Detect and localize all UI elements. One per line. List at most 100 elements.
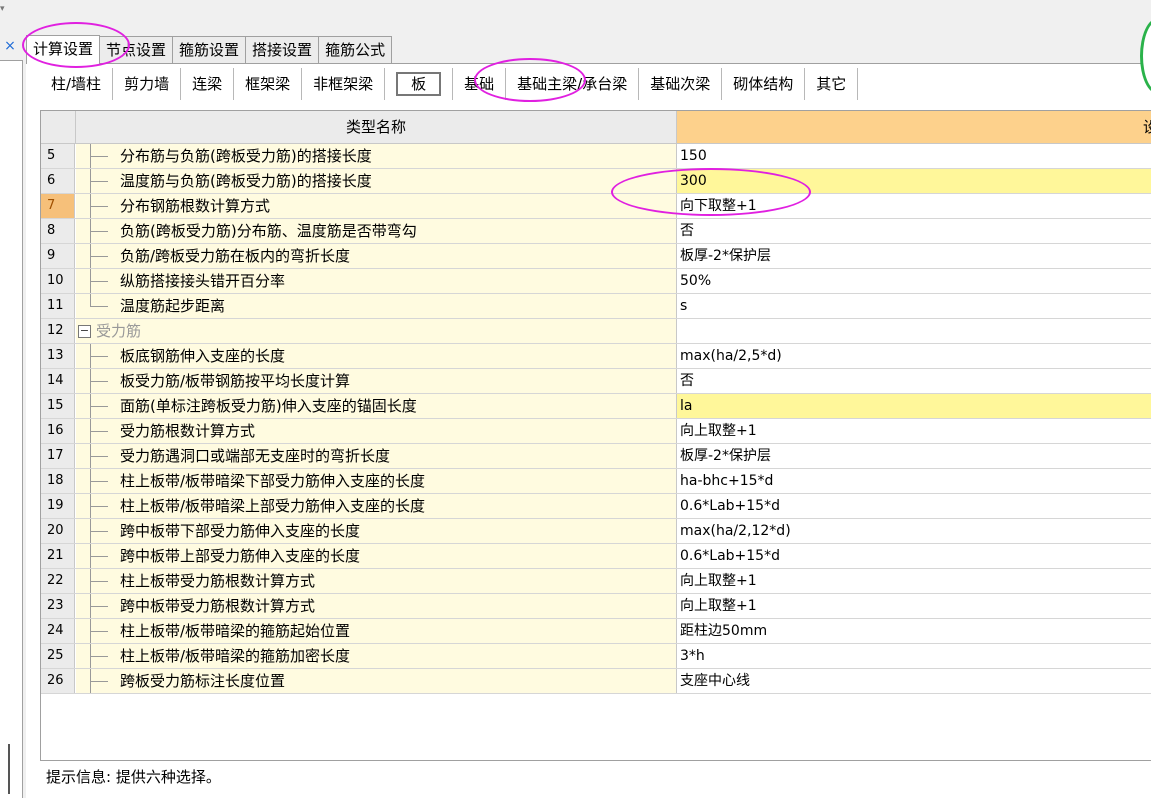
row-name-label: 跨中板带下部受力筋伸入支座的长度 xyxy=(120,522,361,540)
row-name-label: 柱上板带/板带暗梁的箍筋起始位置 xyxy=(120,622,351,640)
tab-node-settings[interactable]: 节点设置 xyxy=(99,36,174,63)
category-tab-column[interactable]: 柱/墙柱 xyxy=(40,68,114,100)
row-value-cell[interactable]: 板厚-2*保护层 xyxy=(677,244,1151,268)
row-value-cell[interactable]: 0.6*Lab+15*d xyxy=(677,494,1151,518)
table-row[interactable]: 13 板底钢筋伸入支座的长度 max(ha/2,5*d) xyxy=(41,344,1151,369)
row-name-cell[interactable]: 跨板受力筋标注长度位置 xyxy=(76,669,677,693)
table-row[interactable]: 14 板受力筋/板带钢筋按平均长度计算 否 xyxy=(41,369,1151,394)
table-row[interactable]: 11 温度筋起步距离 s xyxy=(41,294,1151,319)
row-name-label: 受力筋根数计算方式 xyxy=(120,422,256,440)
row-value-cell[interactable]: 向上取整+1 xyxy=(677,419,1151,443)
tab-calc-settings[interactable]: 计算设置 xyxy=(26,35,101,64)
row-value-cell[interactable]: 向上取整+1 xyxy=(677,594,1151,618)
table-row[interactable]: 8 负筋(跨板受力筋)分布筋、温度筋是否带弯勾 否 xyxy=(41,219,1151,244)
row-value-cell[interactable]: 3*h xyxy=(677,644,1151,668)
collapse-icon[interactable]: − xyxy=(78,325,91,338)
tab-lap-settings[interactable]: 搭接设置 xyxy=(245,36,320,63)
row-name-cell[interactable]: 柱上板带/板带暗梁下部受力筋伸入支座的长度 xyxy=(76,469,677,493)
category-tab-foundation-main-beam[interactable]: 基础主梁/承台梁 xyxy=(506,68,640,100)
category-tab-slab[interactable]: 板 xyxy=(385,68,454,100)
category-tab-frame-beam[interactable]: 框架梁 xyxy=(234,68,303,100)
category-tab-foundation-secondary-beam[interactable]: 基础次梁 xyxy=(639,68,723,100)
row-value-cell[interactable]: max(ha/2,12*d) xyxy=(677,519,1151,543)
row-value-cell[interactable]: 距柱边50mm xyxy=(677,619,1151,643)
table-row[interactable]: 16 受力筋根数计算方式 向上取整+1 xyxy=(41,419,1151,444)
row-name-label: 柱上板带/板带暗梁上部受力筋伸入支座的长度 xyxy=(120,497,426,515)
row-name-cell[interactable]: − 受力筋 xyxy=(76,319,677,343)
row-name-cell[interactable]: 温度筋与负筋(跨板受力筋)的搭接长度 xyxy=(76,169,677,193)
row-value-cell[interactable]: max(ha/2,5*d) xyxy=(677,344,1151,368)
tab-stirrup-settings[interactable]: 箍筋设置 xyxy=(172,36,247,63)
row-name-cell[interactable]: 板底钢筋伸入支座的长度 xyxy=(76,344,677,368)
row-name-cell[interactable]: 受力筋根数计算方式 xyxy=(76,419,677,443)
row-name-cell[interactable]: 面筋(单标注跨板受力筋)伸入支座的锚固长度 xyxy=(76,394,677,418)
category-tab-coupling-beam[interactable]: 连梁 xyxy=(181,68,235,100)
row-name-cell[interactable]: 柱上板带受力筋根数计算方式 xyxy=(76,569,677,593)
row-number: 22 xyxy=(41,569,75,593)
table-row[interactable]: 23 跨中板带受力筋根数计算方式 向上取整+1 xyxy=(41,594,1151,619)
row-value-cell[interactable]: 300 xyxy=(677,169,1151,193)
row-name-cell[interactable]: 跨中板带受力筋根数计算方式 xyxy=(76,594,677,618)
row-name-cell[interactable]: 分布钢筋根数计算方式 xyxy=(76,194,677,218)
tree-connector xyxy=(90,669,110,693)
row-value-cell[interactable]: ha-bhc+15*d xyxy=(677,469,1151,493)
dropdown-arrow-icon[interactable]: ▾ xyxy=(0,2,24,16)
row-value-cell[interactable]: la xyxy=(677,394,1151,418)
row-value-cell[interactable]: 支座中心线 xyxy=(677,669,1151,693)
table-row[interactable]: 17 受力筋遇洞口或端部无支座时的弯折长度 板厚-2*保护层 xyxy=(41,444,1151,469)
table-row[interactable]: 19 柱上板带/板带暗梁上部受力筋伸入支座的长度 0.6*Lab+15*d xyxy=(41,494,1151,519)
row-value-cell[interactable]: 向下取整+1 xyxy=(677,194,1151,218)
row-name-cell[interactable]: 纵筋搭接接头错开百分率 xyxy=(76,269,677,293)
table-row[interactable]: 20 跨中板带下部受力筋伸入支座的长度 max(ha/2,12*d) xyxy=(41,519,1151,544)
row-value-cell[interactable]: 否 xyxy=(677,369,1151,393)
tree-connector xyxy=(90,644,110,668)
table-row[interactable]: 26 跨板受力筋标注长度位置 支座中心线 xyxy=(41,669,1151,694)
row-number: 15 xyxy=(41,394,75,418)
row-value-cell[interactable] xyxy=(677,319,1151,343)
row-name-cell[interactable]: 跨中板带上部受力筋伸入支座的长度 xyxy=(76,544,677,568)
row-name-cell[interactable]: 负筋/跨板受力筋在板内的弯折长度 xyxy=(76,244,677,268)
table-row[interactable]: 6 温度筋与负筋(跨板受力筋)的搭接长度 300 xyxy=(41,169,1151,194)
tab-stirrup-formula[interactable]: 箍筋公式 xyxy=(318,36,393,63)
category-tab-masonry[interactable]: 砌体结构 xyxy=(722,68,806,100)
table-row[interactable]: 7 分布钢筋根数计算方式 向下取整+1 xyxy=(41,194,1151,219)
table-row[interactable]: 21 跨中板带上部受力筋伸入支座的长度 0.6*Lab+15*d xyxy=(41,544,1151,569)
row-value-cell[interactable]: 向上取整+1 xyxy=(677,569,1151,593)
table-row[interactable]: 24 柱上板带/板带暗梁的箍筋起始位置 距柱边50mm xyxy=(41,619,1151,644)
row-value-cell[interactable]: s xyxy=(677,294,1151,318)
category-tab-other[interactable]: 其它 xyxy=(805,68,859,100)
table-row[interactable]: 12− 受力筋 xyxy=(41,319,1151,344)
table-row[interactable]: 5 分布筋与负筋(跨板受力筋)的搭接长度 150 xyxy=(41,144,1151,169)
close-icon[interactable]: × xyxy=(2,38,18,54)
header-setting-value[interactable]: 设 xyxy=(677,111,1151,144)
table-row[interactable]: 10 纵筋搭接接头错开百分率 50% xyxy=(41,269,1151,294)
category-tab-foundation[interactable]: 基础 xyxy=(453,68,507,100)
row-name-cell[interactable]: 受力筋遇洞口或端部无支座时的弯折长度 xyxy=(76,444,677,468)
row-name-cell[interactable]: 板受力筋/板带钢筋按平均长度计算 xyxy=(76,369,677,393)
tree-connector xyxy=(90,244,110,268)
row-name-cell[interactable]: 负筋(跨板受力筋)分布筋、温度筋是否带弯勾 xyxy=(76,219,677,243)
row-value-cell[interactable]: 50% xyxy=(677,269,1151,293)
category-tab-shear-wall[interactable]: 剪力墙 xyxy=(113,68,182,100)
table-row[interactable]: 18 柱上板带/板带暗梁下部受力筋伸入支座的长度 ha-bhc+15*d xyxy=(41,469,1151,494)
row-value-cell[interactable]: 板厚-2*保护层 xyxy=(677,444,1151,468)
category-tab-non-frame-beam[interactable]: 非框架梁 xyxy=(302,68,386,100)
row-name-cell[interactable]: 柱上板带/板带暗梁的箍筋加密长度 xyxy=(76,644,677,668)
table-row[interactable]: 9 负筋/跨板受力筋在板内的弯折长度 板厚-2*保护层 xyxy=(41,244,1151,269)
row-name-cell[interactable]: 柱上板带/板带暗梁上部受力筋伸入支座的长度 xyxy=(76,494,677,518)
tree-connector xyxy=(90,444,110,468)
row-name-cell[interactable]: 温度筋起步距离 xyxy=(76,294,677,318)
row-name-cell[interactable]: 分布筋与负筋(跨板受力筋)的搭接长度 xyxy=(76,144,677,168)
row-value-cell[interactable]: 否 xyxy=(677,219,1151,243)
tree-connector xyxy=(90,494,110,518)
row-value-cell[interactable]: 150 xyxy=(677,144,1151,168)
left-side-panel xyxy=(0,60,23,798)
row-name-cell[interactable]: 柱上板带/板带暗梁的箍筋起始位置 xyxy=(76,619,677,643)
table-row[interactable]: 15 面筋(单标注跨板受力筋)伸入支座的锚固长度 la xyxy=(41,394,1151,419)
table-row[interactable]: 25 柱上板带/板带暗梁的箍筋加密长度 3*h xyxy=(41,644,1151,669)
row-value-cell[interactable]: 0.6*Lab+15*d xyxy=(677,544,1151,568)
row-name-cell[interactable]: 跨中板带下部受力筋伸入支座的长度 xyxy=(76,519,677,543)
table-row[interactable]: 22 柱上板带受力筋根数计算方式 向上取整+1 xyxy=(41,569,1151,594)
row-number: 17 xyxy=(41,444,75,468)
header-type-name[interactable]: 类型名称 xyxy=(76,111,677,144)
